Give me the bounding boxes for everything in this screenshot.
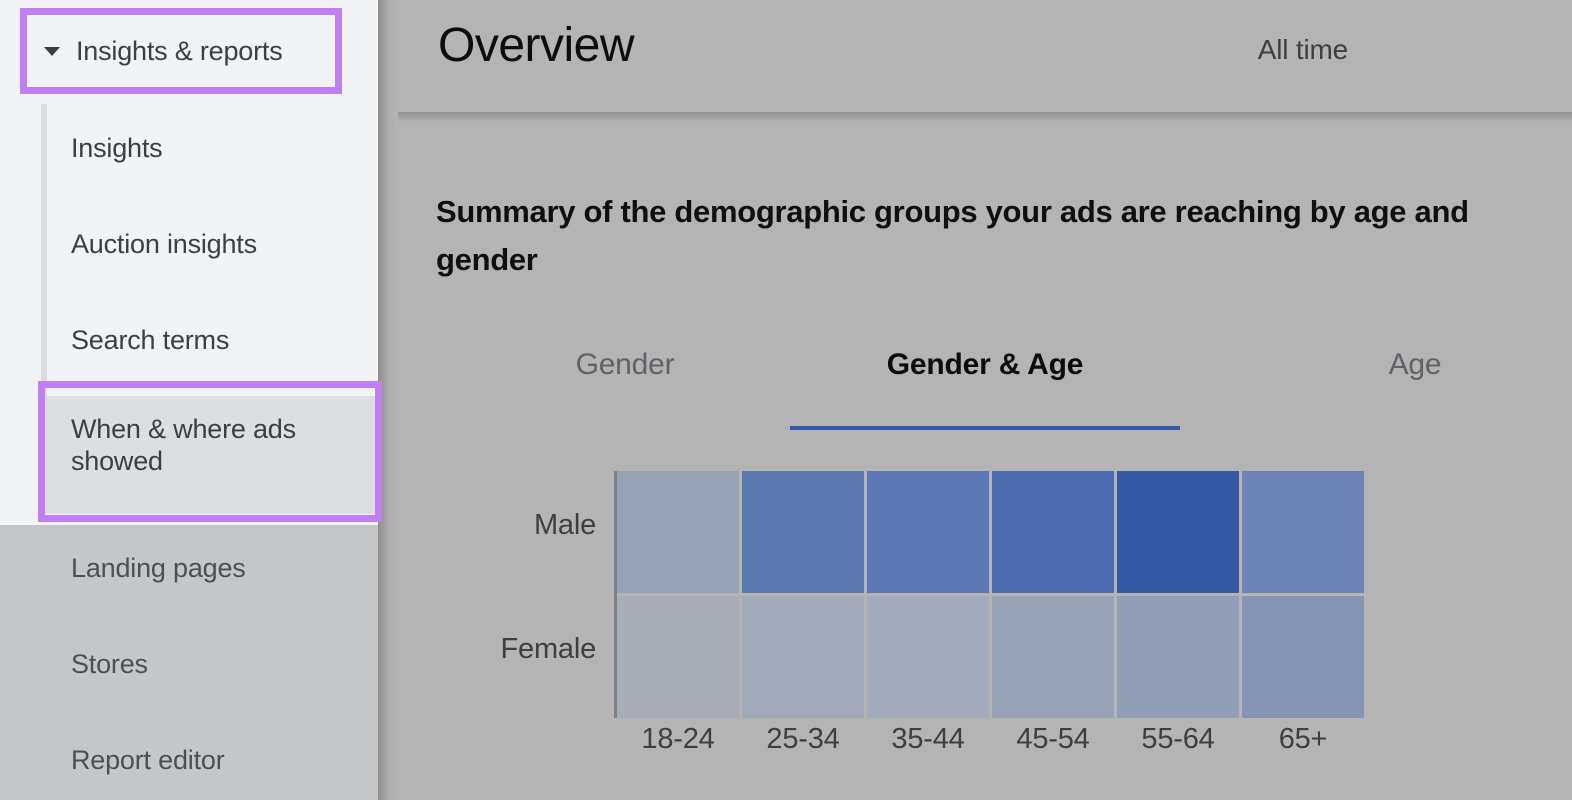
heatmap-cell[interactable] bbox=[1242, 596, 1364, 718]
tab-gender[interactable]: Gender bbox=[520, 348, 730, 436]
sidebar-item-label: Auction insights bbox=[71, 229, 257, 261]
demographic-tabs: Gender Gender & Age Age bbox=[498, 348, 1508, 436]
heatmap-cell[interactable] bbox=[617, 596, 739, 718]
tab-underline bbox=[790, 426, 1180, 430]
heatmap-cell[interactable] bbox=[742, 471, 864, 593]
sidebar-item-label: When & where ads showed bbox=[71, 414, 378, 478]
sidebar-item-label: Search terms bbox=[71, 325, 229, 357]
page-title: Overview bbox=[438, 18, 634, 73]
tab-label: Gender & Age bbox=[887, 348, 1084, 382]
sidebar-item-label: Stores bbox=[71, 649, 148, 681]
heatmap-x-label: 25-34 bbox=[742, 723, 864, 756]
heatmap-cell[interactable] bbox=[1242, 471, 1364, 593]
main-content: Summary of the demographic groups your a… bbox=[398, 126, 1572, 800]
sidebar-group-label: Insights & reports bbox=[76, 36, 283, 67]
header-shadow bbox=[398, 112, 1572, 126]
heatmap-x-axis-labels: 18-2425-3435-4445-5455-6465+ bbox=[617, 723, 1364, 756]
heatmap-cell[interactable] bbox=[742, 596, 864, 718]
tab-label: Gender bbox=[576, 348, 675, 382]
tab-label: Age bbox=[1389, 348, 1442, 382]
summary-heading: Summary of the demographic groups your a… bbox=[436, 188, 1536, 284]
sidebar-item-label: Landing pages bbox=[71, 553, 246, 585]
heatmap-cell[interactable] bbox=[992, 471, 1114, 593]
heatmap-cell[interactable] bbox=[867, 471, 989, 593]
heatmap-x-label: 45-54 bbox=[992, 723, 1114, 756]
heatmap-row-label-male: Male bbox=[534, 509, 596, 542]
heatmap-cell[interactable] bbox=[1117, 596, 1239, 718]
heatmap-x-label: 55-64 bbox=[1117, 723, 1239, 756]
tab-underline bbox=[520, 426, 730, 430]
heatmap-cell[interactable] bbox=[1117, 471, 1239, 593]
sidebar-item-search-terms[interactable]: Search terms bbox=[47, 310, 378, 372]
sidebar-item-insights[interactable]: Insights bbox=[47, 118, 378, 180]
header-bar: Overview All time Mar 2, 201 bbox=[398, 0, 1572, 112]
tab-gender-age[interactable]: Gender & Age bbox=[790, 348, 1180, 436]
gender-age-heatmap: Male Female 18-2425-3435-4445-5455-6465+ bbox=[614, 471, 1364, 776]
sidebar-item-when-where-ads-showed[interactable]: When & where ads showed bbox=[47, 396, 378, 514]
heatmap-x-label: 35-44 bbox=[867, 723, 989, 756]
date-preset-label[interactable]: All time bbox=[1258, 34, 1348, 66]
chevron-down-icon bbox=[44, 47, 60, 56]
sidebar-item-label: Insights bbox=[71, 133, 162, 165]
sidebar-item-label: Report editor bbox=[71, 745, 224, 777]
tab-age[interactable]: Age bbox=[1350, 348, 1480, 436]
heatmap-cell[interactable] bbox=[617, 471, 739, 593]
sidebar-item-landing-pages[interactable]: Landing pages bbox=[47, 538, 378, 600]
heatmap-x-label: 18-24 bbox=[617, 723, 739, 756]
sidebar-group-insights-reports[interactable]: Insights & reports bbox=[22, 14, 340, 88]
sidebar-item-auction-insights[interactable]: Auction insights bbox=[47, 214, 378, 276]
heatmap-row-label-female: Female bbox=[501, 633, 597, 666]
heatmap-cell[interactable] bbox=[992, 596, 1114, 718]
sidebar: Insights & reports Insights Auction insi… bbox=[0, 0, 378, 800]
heatmap-x-label: 65+ bbox=[1242, 723, 1364, 756]
sidebar-item-report-editor[interactable]: Report editor bbox=[47, 730, 378, 792]
tab-underline bbox=[1350, 426, 1480, 430]
heatmap-cell[interactable] bbox=[867, 596, 989, 718]
heatmap-grid bbox=[617, 471, 1364, 718]
sidebar-shadow bbox=[378, 0, 398, 800]
sidebar-item-stores[interactable]: Stores bbox=[47, 634, 378, 696]
screenshot-root: Insights & reports Insights Auction insi… bbox=[0, 0, 1572, 800]
